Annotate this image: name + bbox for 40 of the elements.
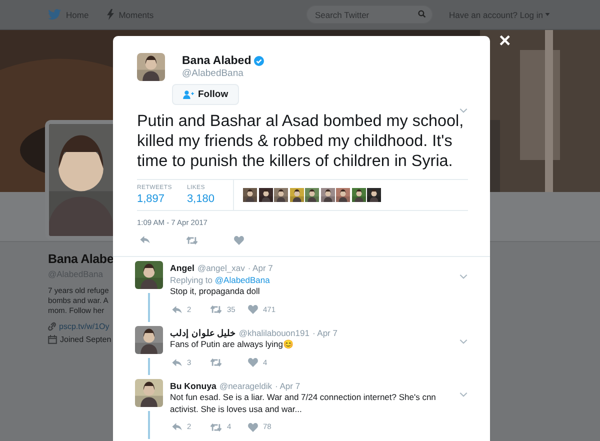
chevron-icon[interactable] [459, 392, 468, 396]
reply-date[interactable]: · Apr 7 [248, 263, 273, 274]
reply-icon[interactable] [172, 306, 182, 314]
caret-icon [545, 13, 550, 16]
link-icon [48, 322, 56, 331]
heart-icon[interactable] [248, 358, 258, 367]
chevron-icon[interactable] [459, 274, 468, 279]
reply-author[interactable]: Bu Konuya [170, 380, 216, 392]
profile-name: Bana Alabe [48, 252, 113, 266]
reply-text: Fans of Putin are always lying😊 [170, 339, 295, 350]
search-icon[interactable] [418, 10, 426, 18]
reply-icon[interactable] [172, 358, 182, 366]
retweet-icon[interactable] [186, 236, 198, 244]
bird-icon [48, 9, 61, 20]
reply-handle[interactable]: @nearageldik [219, 380, 272, 392]
reply-handle[interactable]: @khalilabouon191 [238, 328, 310, 339]
heart-icon[interactable] [248, 305, 258, 314]
reply-author[interactable]: خليل علوان إدلب [170, 328, 236, 339]
lightning-icon [106, 9, 114, 20]
replying-to-label: Replying to [170, 274, 213, 284]
reply-date[interactable]: · Apr 7 [312, 328, 338, 339]
joined-date: Joined Septen [60, 335, 112, 344]
reply-text: Not fun esad. Se is a liar. War and 7/24 connection internet? She's cnn activist. She is loves usa and war... [170, 392, 437, 415]
chevron-icon[interactable] [459, 338, 468, 344]
stat-value[interactable]: 3,180 [186, 193, 214, 205]
calendar-icon [48, 335, 57, 344]
profile-link[interactable]: pscp.tv/w/1Oy [59, 322, 110, 331]
reply-icon[interactable] [172, 423, 182, 431]
retweet-icon[interactable] [210, 305, 222, 314]
reply-date[interactable]: · Apr 7 [275, 380, 300, 392]
mention-link[interactable]: @AlabedBana [214, 274, 270, 284]
stat-value[interactable]: 1,897 [137, 193, 172, 205]
retweet-icon[interactable] [210, 358, 222, 367]
reply-icon[interactable] [140, 236, 150, 244]
heart-icon[interactable] [234, 236, 244, 244]
heart-icon[interactable] [248, 422, 258, 432]
reply-author[interactable]: Angel [170, 263, 194, 274]
reply-handle[interactable]: @angel_xav [197, 263, 245, 274]
retweet-icon[interactable] [210, 422, 222, 432]
reply-text: Stop it, propaganda doll [170, 286, 261, 298]
